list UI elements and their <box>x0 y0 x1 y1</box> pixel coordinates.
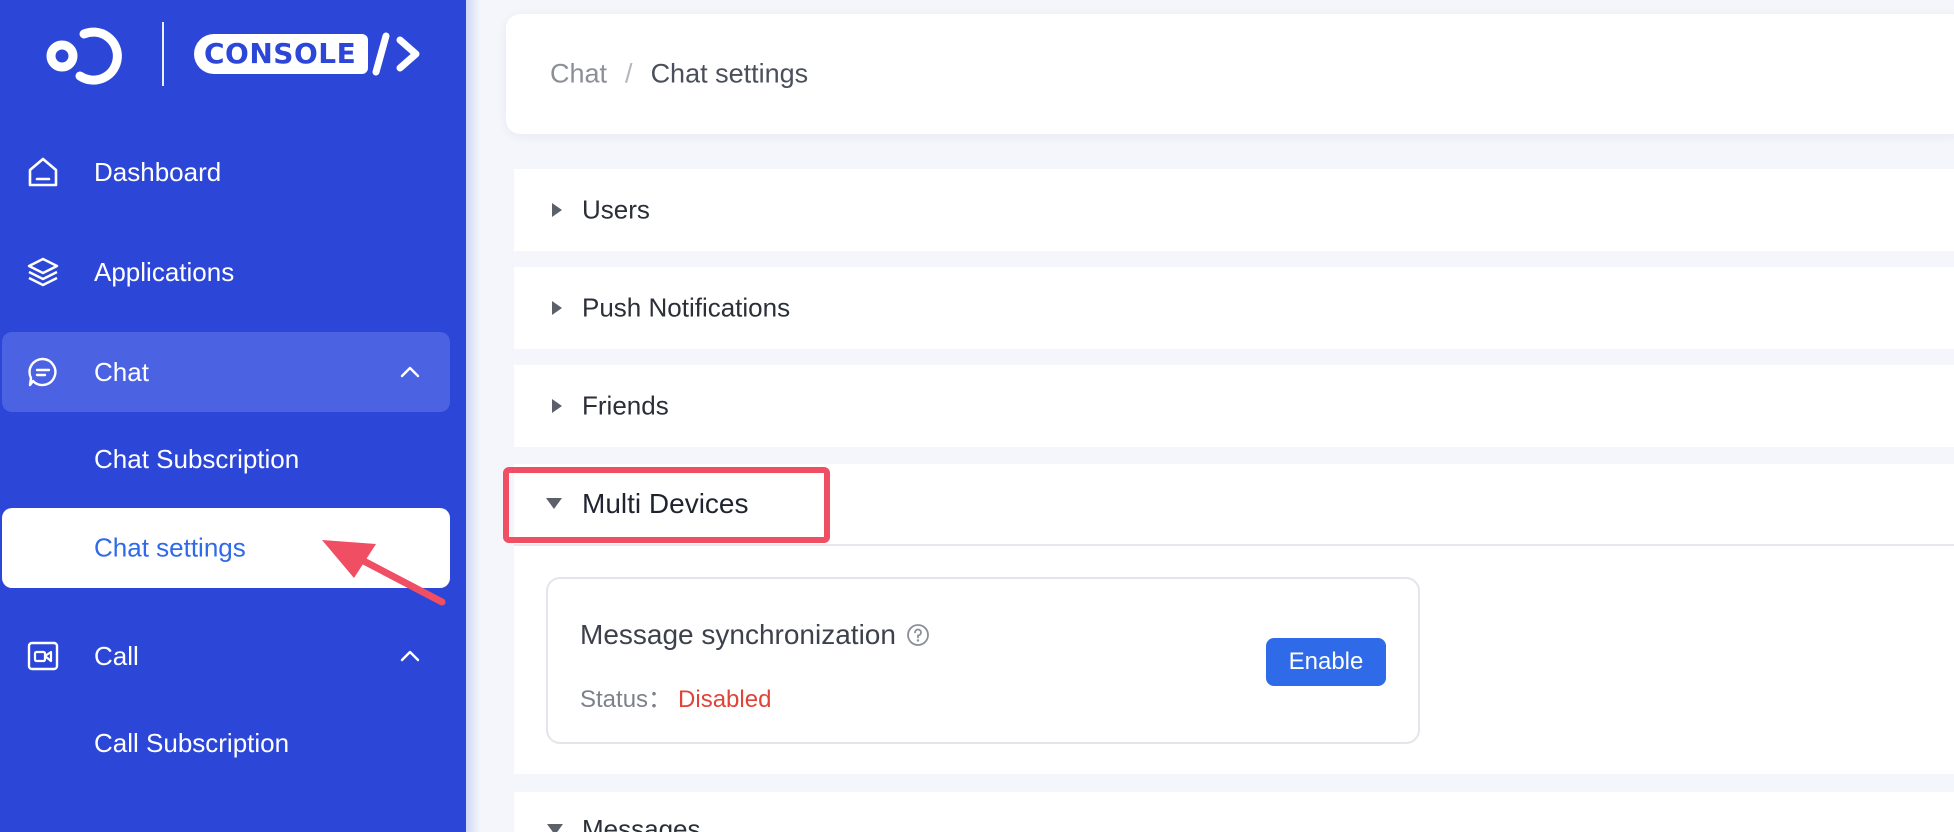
section-friends[interactable]: Friends <box>514 365 1954 447</box>
sidebar-item-dashboard[interactable]: Dashboard <box>0 132 466 212</box>
section-label: Users <box>582 194 650 225</box>
status-value: Disabled <box>678 686 772 713</box>
message-sync-title-row: Message synchronization <box>580 619 930 651</box>
console-text: CONSOLE <box>194 34 369 74</box>
sidebar-item-applications[interactable]: Applications <box>0 232 466 312</box>
annotation-arrow-icon <box>322 540 446 606</box>
sidebar-subitem-call-subscription[interactable]: Call Subscription <box>94 728 289 759</box>
video-call-icon <box>27 641 59 671</box>
section-divider <box>514 544 1954 546</box>
message-sync-title: Message synchronization <box>580 619 896 650</box>
logo[interactable]: CONSOLE <box>44 20 424 88</box>
sidebar-subitem-chat-subscription[interactable]: Chat Subscription <box>94 444 299 475</box>
header-card: Chat / Chat settings <box>506 14 1954 134</box>
sidebar-item-chat[interactable]: Chat <box>0 332 466 412</box>
sidebar-item-call[interactable]: Call <box>0 616 466 696</box>
chevron-up-icon[interactable] <box>398 644 422 668</box>
sidebar-item-label: Applications <box>94 256 235 287</box>
caret-right-icon <box>552 399 562 413</box>
section-label: Messages <box>582 814 701 832</box>
caret-down-icon <box>547 824 563 832</box>
code-slash-icon <box>372 32 420 76</box>
annotation-highlight-box <box>503 467 830 543</box>
sidebar-item-label: Call <box>94 640 139 671</box>
logo-divider <box>162 22 164 86</box>
layers-icon <box>27 257 59 287</box>
caret-right-icon <box>552 203 562 217</box>
breadcrumb-parent[interactable]: Chat <box>550 59 607 90</box>
status-label: Status： <box>580 686 673 713</box>
chat-bubble-icon <box>28 357 57 387</box>
home-icon <box>28 157 58 187</box>
console-wordmark: CONSOLE <box>194 32 424 76</box>
sidebar-item-label: Chat <box>94 356 149 387</box>
section-push-notifications[interactable]: Push Notifications <box>514 267 1954 349</box>
chevron-up-icon[interactable] <box>398 360 422 384</box>
help-circle-icon[interactable] <box>906 623 930 647</box>
sidebar-item-label: Dashboard <box>94 156 222 187</box>
brand-logo-icon <box>46 27 122 85</box>
enable-button[interactable]: Enable <box>1266 638 1386 686</box>
breadcrumb: Chat / Chat settings <box>550 59 808 90</box>
breadcrumb-current: Chat settings <box>650 58 809 89</box>
sidebar-subitem-label: Chat settings <box>94 532 246 563</box>
caret-right-icon <box>552 301 562 315</box>
section-label: Friends <box>582 390 669 421</box>
section-messages[interactable]: Messages <box>514 792 1954 832</box>
sidebar: CONSOLE Dashboard Applications Chat Chat… <box>0 0 466 832</box>
section-label: Push Notifications <box>582 292 791 323</box>
section-users[interactable]: Users <box>514 169 1954 251</box>
message-sync-status: Status： Disabled <box>580 679 771 714</box>
sidebar-shadow <box>466 0 480 832</box>
breadcrumb-separator: / <box>625 58 633 89</box>
message-sync-card: Message synchronization Status： Disabled … <box>546 577 1420 744</box>
